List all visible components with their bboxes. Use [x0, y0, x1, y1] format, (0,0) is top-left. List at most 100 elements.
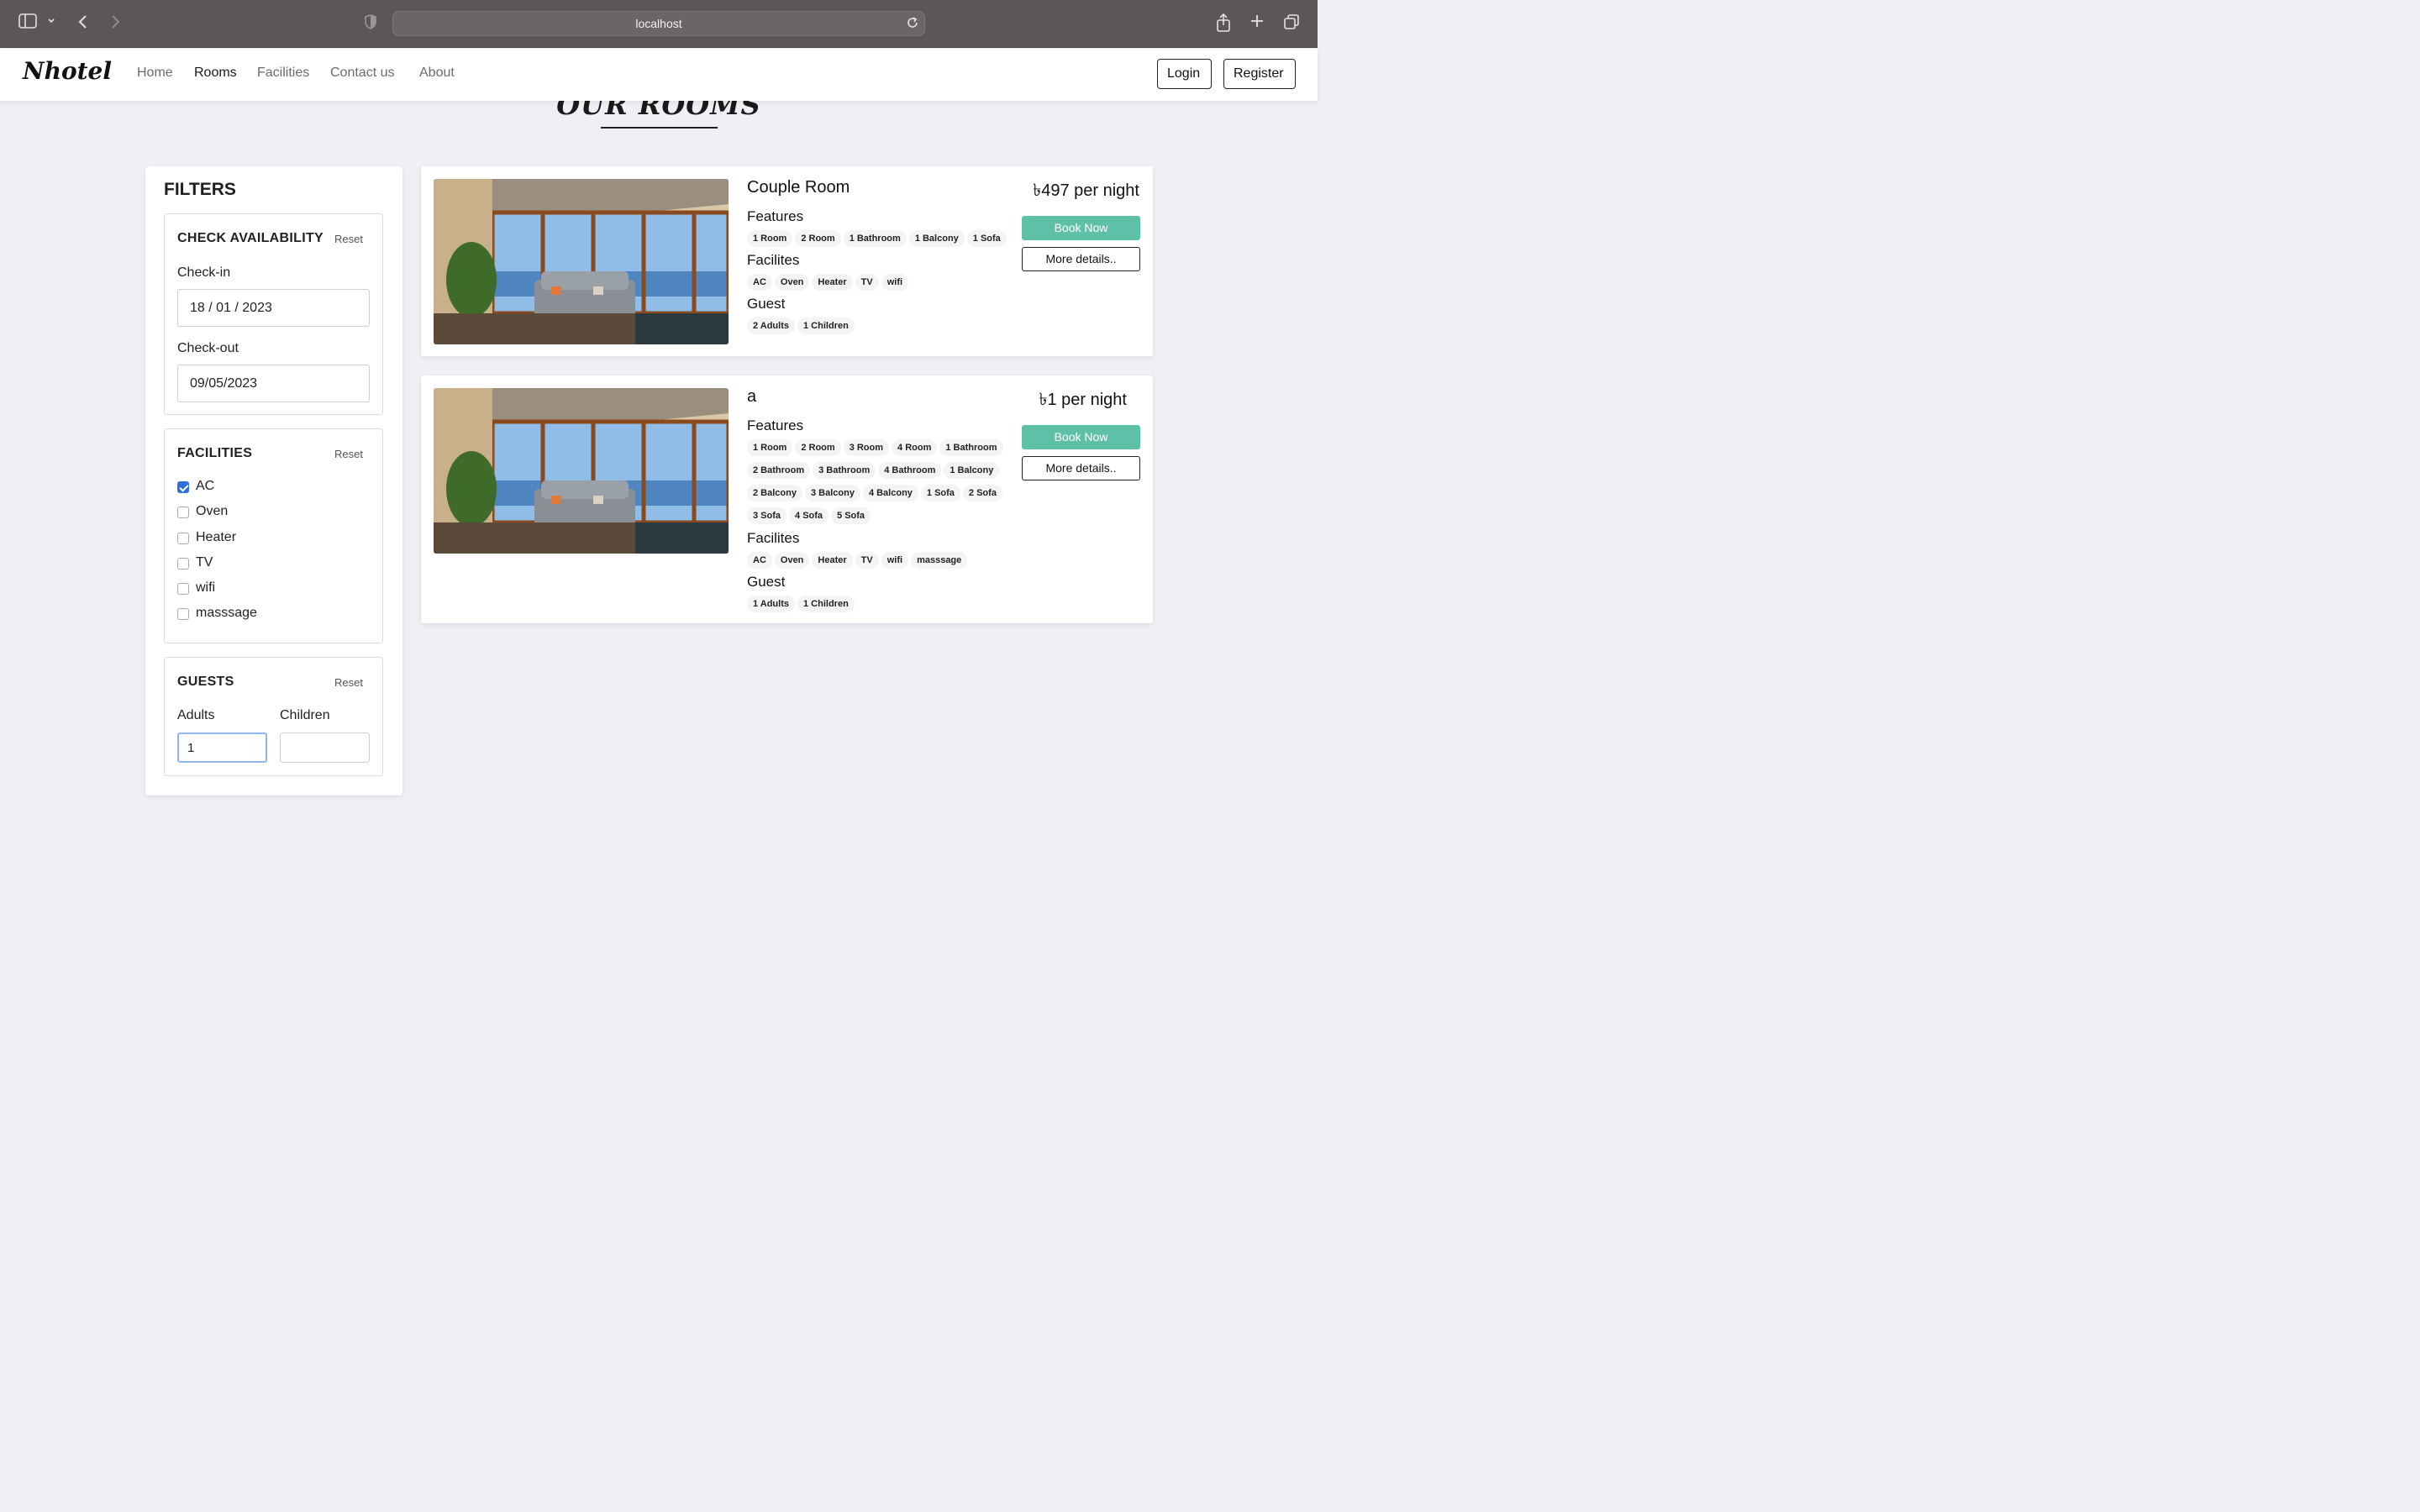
- guest-badge: 1 Children: [797, 596, 855, 612]
- nav-link-facilities[interactable]: Facilities: [257, 66, 309, 81]
- checkbox-label: masssage: [196, 606, 257, 620]
- facility-badge: wifi: [881, 274, 909, 291]
- room-price: ৳497 per night: [1033, 181, 1139, 200]
- feature-badge: 3 Bathroom: [813, 462, 876, 479]
- browser-toolbar: localhost: [0, 0, 1318, 48]
- book-now-button[interactable]: Book Now: [1022, 425, 1140, 449]
- facilities-title: Facilites: [747, 252, 800, 268]
- tabs-overview-icon[interactable]: [1283, 13, 1300, 36]
- guest-badge: 1 Children: [797, 318, 855, 334]
- back-icon[interactable]: [77, 13, 89, 36]
- feature-badge: 5 Sofa: [831, 507, 871, 524]
- children-input[interactable]: [280, 732, 370, 763]
- shield-icon: [364, 13, 377, 36]
- reload-icon[interactable]: [906, 15, 919, 34]
- url-text: localhost: [635, 17, 682, 30]
- facilities-reset-button[interactable]: Reset: [334, 448, 363, 460]
- book-now-button[interactable]: Book Now: [1022, 216, 1140, 240]
- facilities-badges: AC Oven Heater TV wifi masssage: [747, 552, 968, 569]
- room-card: Couple Room ৳497 per night Features 1 Ro…: [421, 166, 1153, 356]
- guest-title: Guest: [747, 296, 786, 312]
- nav-link-rooms[interactable]: Rooms: [194, 66, 237, 81]
- feature-badge: 3 Room: [843, 439, 890, 456]
- feature-badge: 1 Bathroom: [843, 230, 907, 247]
- checkin-label: Check-in: [177, 265, 231, 280]
- sidebar-icon[interactable]: [18, 13, 37, 34]
- room-name: a: [747, 387, 757, 406]
- chevron-down-icon[interactable]: [47, 13, 55, 35]
- feature-badge: 2 Room: [795, 230, 841, 247]
- facility-badge: Heater: [812, 274, 853, 291]
- feature-badge: 1 Room: [747, 439, 793, 456]
- feature-badge: 1 Balcony: [944, 462, 1000, 479]
- features-badges: 1 Room 2 Room 1 Bathroom 1 Balcony 1 Sof…: [747, 230, 1007, 247]
- facility-badge: wifi: [881, 552, 909, 569]
- guest-badges: 2 Adults 1 Children: [747, 318, 855, 334]
- room-card: a ৳1 per night Features 1 Room 2 Room 3 …: [421, 375, 1153, 623]
- room-price: ৳1 per night: [1039, 391, 1127, 409]
- guest-badge: 2 Adults: [747, 318, 795, 334]
- room-image: [434, 388, 729, 554]
- nav-link-contact[interactable]: Contact us: [330, 66, 394, 81]
- nav-link-about[interactable]: About: [419, 66, 455, 81]
- feature-badge: 3 Balcony: [804, 485, 860, 501]
- filters-title: FILTERS: [164, 180, 236, 199]
- checkbox[interactable]: [177, 583, 189, 595]
- filters-panel: FILTERS CHECK AVAILABILITY Reset Check-i…: [145, 166, 402, 795]
- facilities-box: FACILITIES Reset AC Oven Heater TV wifi …: [164, 428, 383, 643]
- features-title: Features: [747, 208, 804, 224]
- more-details-button[interactable]: More details..: [1022, 247, 1140, 271]
- checkbox-label: AC: [196, 479, 215, 493]
- checkbox[interactable]: [177, 533, 189, 544]
- feature-badge: 1 Balcony: [908, 230, 965, 247]
- feature-badge: 2 Sofa: [962, 485, 1002, 501]
- facilities-filter-title: FACILITIES: [177, 446, 253, 460]
- facility-badge: TV: [855, 552, 879, 569]
- login-button[interactable]: Login: [1157, 59, 1212, 89]
- facility-badge: TV: [855, 274, 879, 291]
- nav-link-home[interactable]: Home: [137, 66, 173, 81]
- heading-underline: [601, 127, 718, 129]
- guests-reset-button[interactable]: Reset: [334, 676, 363, 689]
- children-label: Children: [280, 708, 330, 722]
- checkbox-label: wifi: [196, 580, 216, 595]
- share-icon[interactable]: [1216, 13, 1231, 38]
- features-badges: 2 Balcony 3 Balcony 4 Balcony 1 Sofa 2 S…: [747, 485, 1002, 501]
- feature-badge: 3 Sofa: [747, 507, 787, 524]
- address-bar[interactable]: localhost: [392, 11, 925, 36]
- facility-badge: AC: [747, 274, 772, 291]
- checkbox[interactable]: [177, 558, 189, 570]
- guest-badges: 1 Adults 1 Children: [747, 596, 855, 612]
- feature-badge: 1 Sofa: [966, 230, 1007, 247]
- checkin-date-input[interactable]: 18 / 01 / 2023: [177, 289, 370, 327]
- checkbox[interactable]: [177, 481, 189, 493]
- facility-badge: Oven: [774, 552, 810, 569]
- checkout-date-input[interactable]: 09/05/2023: [177, 365, 370, 402]
- guests-box: GUESTS Reset Adults Children 1: [164, 657, 383, 776]
- checkbox-label: TV: [196, 555, 213, 570]
- availability-box: CHECK AVAILABILITY Reset Check-in 18 / 0…: [164, 213, 383, 415]
- feature-badge: 4 Bathroom: [878, 462, 942, 479]
- feature-badge: 2 Balcony: [747, 485, 802, 501]
- feature-badge: 4 Room: [892, 439, 938, 456]
- new-tab-icon[interactable]: [1249, 13, 1265, 34]
- availability-reset-button[interactable]: Reset: [334, 233, 363, 245]
- register-button[interactable]: Register: [1223, 59, 1296, 89]
- feature-badge: 1 Bathroom: [939, 439, 1003, 456]
- more-details-button[interactable]: More details..: [1022, 456, 1140, 480]
- feature-badge: 1 Room: [747, 230, 793, 247]
- guest-title: Guest: [747, 574, 786, 590]
- features-title: Features: [747, 417, 804, 433]
- features-badges: 2 Bathroom 3 Bathroom 4 Bathroom 1 Balco…: [747, 462, 1000, 479]
- site-navbar: Nhotel Home Rooms Facilities Contact us …: [0, 49, 1318, 101]
- checkbox[interactable]: [177, 608, 189, 620]
- facility-badge: Oven: [774, 274, 810, 291]
- checkbox[interactable]: [177, 507, 189, 518]
- feature-badge: 4 Balcony: [862, 485, 918, 501]
- feature-badge: 2 Bathroom: [747, 462, 811, 479]
- forward-icon[interactable]: [109, 13, 121, 36]
- facility-badge: AC: [747, 552, 772, 569]
- adults-input[interactable]: 1: [177, 732, 267, 763]
- features-badges: 3 Sofa 4 Sofa 5 Sofa: [747, 507, 871, 524]
- brand-logo[interactable]: Nhotel: [23, 57, 112, 85]
